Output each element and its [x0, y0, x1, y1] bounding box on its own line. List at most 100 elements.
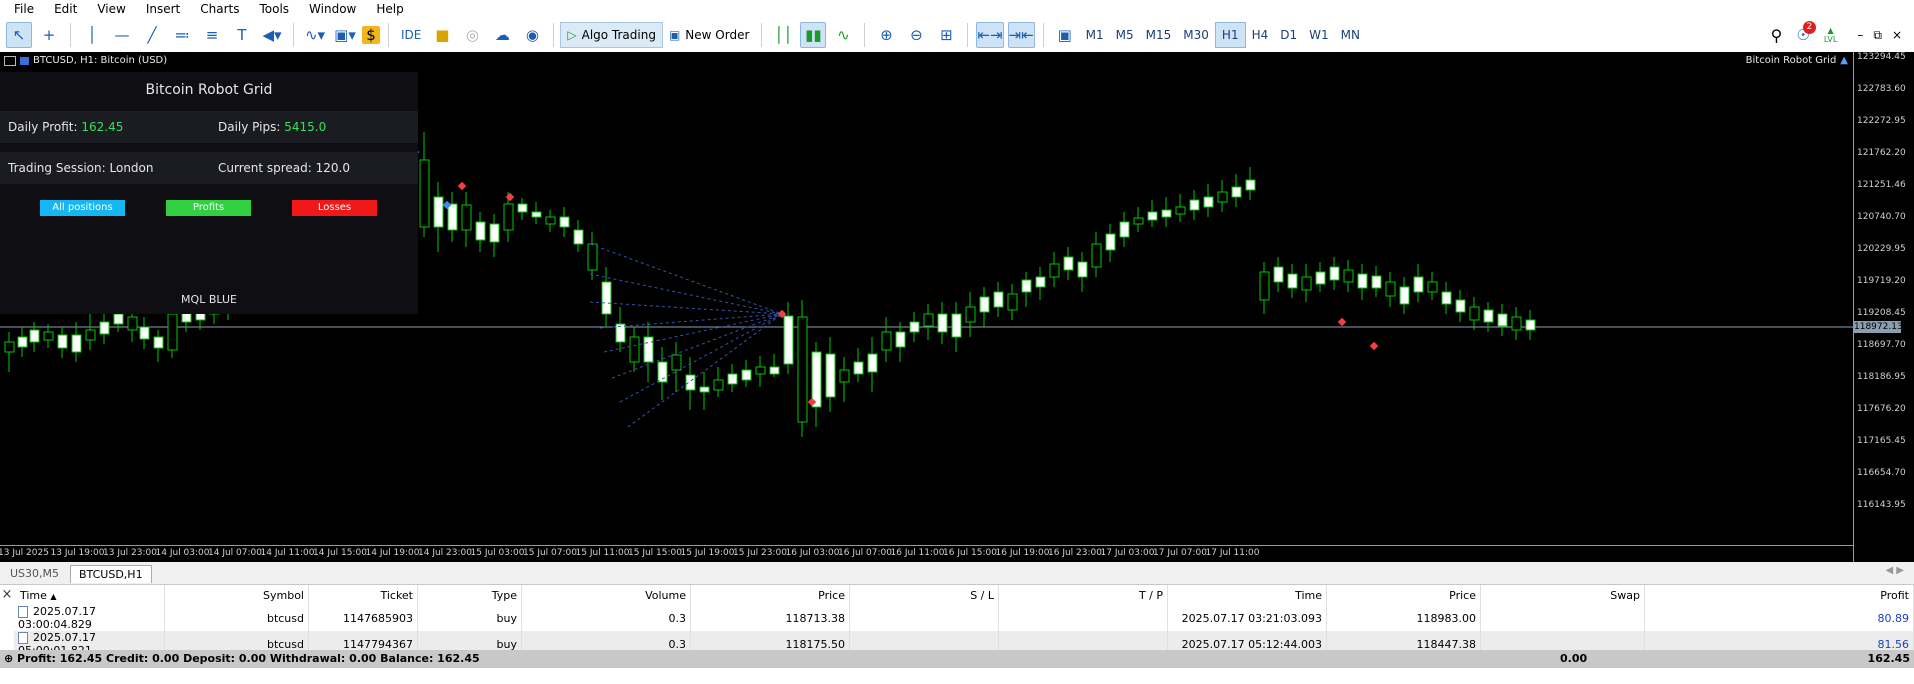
table-row[interactable]: 2025.07.17 03:00:04.829 btcusd 114768590…: [14, 605, 1914, 631]
trading-session-value: London: [109, 161, 154, 175]
candle: [99, 321, 110, 335]
tile-windows-icon[interactable]: ⊞: [933, 22, 959, 48]
search-icon[interactable]: ⚲: [1771, 26, 1783, 45]
chart-shift-icon[interactable]: ⇥⇤: [1007, 22, 1035, 48]
new-order-button[interactable]: ▣ New Order: [663, 22, 755, 48]
timeframe-h1[interactable]: H1: [1214, 22, 1246, 48]
grid-trade-line: [589, 301, 783, 315]
screenshot-icon[interactable]: ▣: [1052, 22, 1078, 48]
signal-level-icon[interactable]: ▲ LVL: [1824, 26, 1838, 44]
fibonacci-icon[interactable]: ≡: [199, 22, 225, 48]
notifications-icon[interactable]: ☉ 2: [1796, 21, 1816, 44]
minimize-icon[interactable]: –: [1857, 28, 1863, 43]
close-icon[interactable]: ×: [0, 587, 14, 602]
col-sl[interactable]: S / L: [849, 585, 999, 605]
trendline-icon[interactable]: ╱: [139, 22, 165, 48]
time-tick-label: 14 Jul 15:00: [313, 548, 367, 558]
daily-pips: Daily Pips: 5415.0: [218, 120, 327, 134]
daily-profit: Daily Profit: 162.45: [8, 120, 124, 134]
col-price[interactable]: Price: [690, 585, 850, 605]
menu-help[interactable]: Help: [366, 0, 413, 18]
trading-session: Trading Session: London: [8, 161, 154, 175]
col-type[interactable]: Type: [417, 585, 522, 605]
time-tick-label: 13 Jul 19:00: [50, 548, 105, 558]
tab-scroll-arrows[interactable]: ◀ ▶: [1885, 565, 1904, 576]
text-tool-icon[interactable]: T: [229, 22, 255, 48]
tab-btcusd[interactable]: BTCUSD,H1: [70, 565, 152, 583]
grid-trade-line: [599, 313, 783, 329]
col-swap[interactable]: Swap: [1480, 585, 1645, 605]
menu-edit[interactable]: Edit: [44, 0, 87, 18]
candle: [461, 204, 472, 231]
menu-window[interactable]: Window: [299, 0, 366, 18]
timeframe-m5[interactable]: M5: [1110, 22, 1140, 48]
cursor-icon[interactable]: ↖: [6, 22, 32, 48]
col-tp[interactable]: T / P: [998, 585, 1168, 605]
losses-button[interactable]: Losses: [292, 200, 377, 216]
trade-marker: [505, 192, 515, 202]
row-tp: [998, 605, 1168, 631]
vertical-line-icon[interactable]: │: [79, 22, 105, 48]
crosshair-icon[interactable]: +: [36, 22, 62, 48]
candle: [1231, 186, 1242, 198]
tab-us30[interactable]: US30,M5: [2, 565, 67, 582]
close-icon[interactable]: ×: [1892, 28, 1902, 43]
timeframe-m1[interactable]: M1: [1080, 22, 1110, 48]
candle: [17, 336, 28, 348]
templates-icon[interactable]: ▣▾: [332, 22, 358, 48]
chart-window[interactable]: BTCUSD, H1: Bitcoin (USD) Bitcoin Robot …: [0, 52, 1914, 562]
col-profit[interactable]: Profit: [1644, 585, 1914, 605]
timeframe-w1[interactable]: W1: [1303, 22, 1335, 48]
timeframe-m15[interactable]: M15: [1140, 22, 1178, 48]
bar-chart-icon[interactable]: ││: [770, 22, 796, 48]
menu-tools[interactable]: Tools: [249, 0, 299, 18]
timeframe-h4[interactable]: H4: [1246, 22, 1275, 48]
time-tick-label: 16 Jul 07:00: [838, 548, 892, 558]
all-positions-button[interactable]: All positions: [40, 200, 125, 216]
menu-file[interactable]: File: [0, 0, 44, 18]
indicators-icon[interactable]: ∿▾: [302, 22, 328, 48]
horizontal-line-icon[interactable]: —: [109, 22, 135, 48]
profits-button[interactable]: Profits: [166, 200, 251, 216]
chart-menu-icon[interactable]: [4, 55, 16, 66]
timeframe-m30[interactable]: M30: [1177, 22, 1215, 48]
current-spread: Current spread: 120.0: [218, 161, 351, 175]
cloud-icon[interactable]: ☁: [489, 22, 515, 48]
auto-scroll-icon[interactable]: ⇤⇥: [976, 22, 1004, 48]
restore-icon[interactable]: ⧉: [1873, 28, 1882, 43]
menu-charts[interactable]: Charts: [190, 0, 249, 18]
col-ticket[interactable]: Ticket: [308, 585, 418, 605]
candle: [1385, 281, 1396, 297]
candle: [573, 229, 584, 245]
col-volume[interactable]: Volume: [521, 585, 691, 605]
candlestick-icon[interactable]: ▮▮: [800, 22, 827, 48]
notification-badge: 2: [1802, 21, 1816, 34]
menu-insert[interactable]: Insert: [136, 0, 190, 18]
time-tick-label: 14 Jul 19:00: [365, 548, 420, 558]
shapes-menu-icon[interactable]: ◀▾: [259, 22, 285, 48]
channel-icon[interactable]: ≕: [169, 22, 195, 48]
lock-icon[interactable]: ■: [429, 22, 455, 48]
col-symbol[interactable]: Symbol: [164, 585, 309, 605]
candle: [601, 281, 612, 315]
timeframe-d1[interactable]: D1: [1274, 22, 1303, 48]
signal-icon[interactable]: ◎: [459, 22, 485, 48]
algo-trading-button[interactable]: ▷ Algo Trading: [560, 22, 663, 48]
zoom-in-icon[interactable]: ⊕: [873, 22, 899, 48]
menu-view[interactable]: View: [87, 0, 135, 18]
current-price-label: 118972.13: [1854, 321, 1903, 333]
col-close-price[interactable]: Price: [1326, 585, 1481, 605]
col-close-time[interactable]: Time: [1167, 585, 1327, 605]
ide-button[interactable]: IDE: [395, 22, 427, 48]
col-time[interactable]: Time ▲: [14, 585, 165, 605]
market-icon[interactable]: $: [362, 26, 380, 44]
time-tick-label: 15 Jul 23:00: [733, 548, 787, 558]
vps-icon[interactable]: ◉: [519, 22, 545, 48]
line-chart-icon[interactable]: ∿: [830, 22, 856, 48]
zoom-out-icon[interactable]: ⊖: [903, 22, 929, 48]
price-axis[interactable]: [1853, 52, 1914, 562]
candle: [1049, 263, 1060, 278]
chart-type-icon[interactable]: [20, 56, 29, 65]
price-tick-label: 120229.95: [1857, 244, 1906, 254]
timeframe-mn[interactable]: MN: [1335, 22, 1366, 48]
